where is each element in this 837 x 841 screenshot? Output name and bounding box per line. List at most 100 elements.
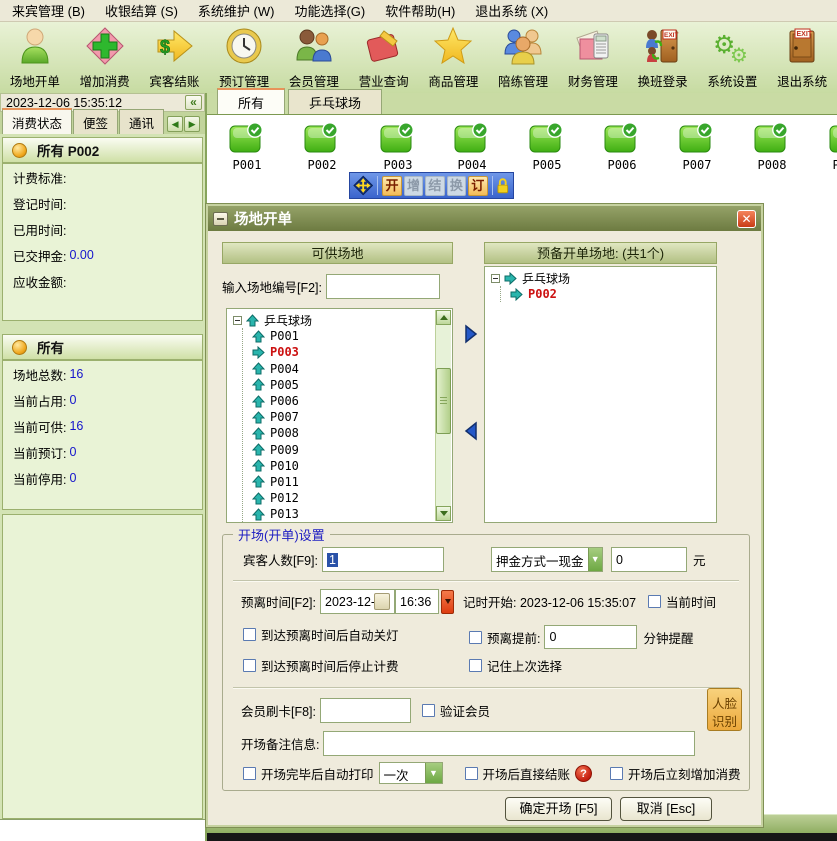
tab-scroll-left-icon[interactable]: ◀	[167, 116, 183, 132]
tab-consume-status[interactable]: 消费状态	[2, 108, 72, 134]
open-court-mini-button[interactable]: 开	[382, 176, 401, 196]
toolbar-exit[interactable]: EXIT 退出系统	[767, 22, 837, 93]
scrollbar-thumb[interactable]	[436, 368, 451, 434]
tree-expander-icon[interactable]	[491, 274, 500, 283]
move-left-icon[interactable]	[460, 421, 482, 441]
current-time-checkbox[interactable]	[648, 595, 661, 608]
deposit-method-select[interactable]: 押金方式一现金 ▼	[491, 547, 603, 572]
guest-count-value: 1	[327, 553, 338, 567]
move-handle-icon[interactable]	[353, 175, 373, 196]
remind-checkbox[interactable]	[469, 631, 482, 644]
cancel-button[interactable]: 取消 [Esc]	[620, 797, 712, 821]
toolbar-settings[interactable]: ⚙⚙ 系统设置	[698, 22, 768, 93]
venue-free-icon	[679, 122, 715, 154]
court-code-input[interactable]	[326, 274, 440, 299]
venue-label: P004	[450, 158, 494, 172]
tree-item[interactable]: P012	[252, 490, 450, 506]
tree-item[interactable]: P001	[252, 328, 450, 344]
tree-item[interactable]: P008	[252, 425, 450, 441]
auto-print-checkbox[interactable]	[243, 767, 256, 780]
direct-checkout-checkbox[interactable]	[465, 767, 478, 780]
leave-time-input[interactable]	[395, 589, 439, 614]
venue-P002[interactable]: P002	[300, 122, 344, 172]
close-icon[interactable]: ✕	[737, 210, 756, 228]
toolbar-add-consume[interactable]: 增加消费	[70, 22, 140, 93]
remark-input[interactable]	[323, 731, 695, 756]
chevron-down-icon[interactable]: ▼	[588, 548, 602, 571]
tree-expander-icon[interactable]	[233, 316, 242, 325]
venue-P003[interactable]: P003	[376, 122, 420, 172]
venue-P008[interactable]: P008	[750, 122, 794, 172]
tab-notes[interactable]: 便签	[73, 109, 118, 134]
toolbar-shift-login[interactable]: EXIT 换班登录	[628, 22, 698, 93]
tab-scroll-right-icon[interactable]: ▶	[184, 116, 200, 132]
venue-P001[interactable]: P001	[225, 122, 269, 172]
toolbar-finance[interactable]: 财务管理	[558, 22, 628, 93]
face-recognition-button[interactable]: 人脸 识别	[707, 688, 742, 731]
collapse-sidebar-button[interactable]: «	[185, 95, 202, 110]
tree-item[interactable]: P004	[252, 361, 450, 377]
chevron-down-icon[interactable]: ▼	[425, 763, 442, 783]
venue-P009[interactable]: P009	[825, 122, 837, 172]
tree-item[interactable]: P005	[252, 377, 450, 393]
print-count-select[interactable]: 一次 ▼	[379, 762, 443, 784]
toolbar-open-court[interactable]: 场地开单	[0, 22, 70, 93]
menu-maintenance[interactable]: 系统维护 (W)	[188, 0, 285, 22]
tab-comms[interactable]: 通讯	[119, 109, 164, 134]
tab-pingpong[interactable]: 乒乓球场	[288, 89, 382, 114]
tab-all-venues[interactable]: 所有	[217, 88, 285, 114]
remind-minutes-input[interactable]	[544, 625, 637, 649]
field-label: 当前占用:	[13, 391, 66, 410]
checkout-mini-button: 结	[425, 176, 444, 196]
stop-billing-checkbox[interactable]	[243, 659, 256, 672]
time-dropdown-icon[interactable]	[441, 590, 454, 614]
scroll-down-icon[interactable]	[436, 506, 451, 521]
scroll-up-icon[interactable]	[436, 310, 451, 325]
tree-item[interactable]: P006	[252, 393, 450, 409]
toolbar-reservation[interactable]: 预订管理	[209, 22, 279, 93]
tree-item[interactable]: P007	[252, 409, 450, 425]
tree-item[interactable]: P011	[252, 474, 450, 490]
tree-item-selected[interactable]: P003	[252, 344, 450, 360]
deposit-method-value: 押金方式一现金	[492, 548, 588, 571]
tree-root-row[interactable]: 乒乓球场	[233, 312, 450, 328]
reserve-mini-button[interactable]: 订	[468, 176, 487, 196]
tree-item[interactable]: P009	[252, 442, 450, 458]
menu-functions[interactable]: 功能选择(G)	[284, 0, 375, 22]
add-consume-label: 开场后立刻增加消费	[628, 764, 741, 783]
toolbar-guest-checkout[interactable]: $ 宾客结账	[140, 22, 210, 93]
toolbar-members[interactable]: 会员管理	[279, 22, 349, 93]
verify-member-checkbox[interactable]	[422, 704, 435, 717]
venue-P007[interactable]: P007	[675, 122, 719, 172]
toolbar-label: 宾客结账	[149, 71, 199, 90]
venue-P004[interactable]: P004	[450, 122, 494, 172]
menu-guest[interactable]: 来宾管理 (B)	[2, 0, 95, 22]
add-consume-checkbox[interactable]	[610, 767, 623, 780]
auto-light-checkbox[interactable]	[243, 628, 256, 641]
tree-item[interactable]: P013	[252, 506, 450, 522]
move-right-icon[interactable]	[460, 324, 482, 344]
venue-P005[interactable]: P005	[525, 122, 569, 172]
lock-icon[interactable]	[496, 177, 510, 195]
court-up-arrow-icon	[246, 314, 259, 327]
guest-count-input[interactable]: 1	[322, 547, 444, 572]
deposit-amount-input[interactable]	[611, 547, 687, 572]
dialog-titlebar[interactable]: 场地开单 ✕	[208, 206, 761, 231]
venue-P006[interactable]: P006	[600, 122, 644, 172]
tree-root-row[interactable]: 乒乓球场	[491, 270, 714, 286]
toolbar-trainers[interactable]: 陪练管理	[488, 22, 558, 93]
tree-scrollbar[interactable]	[435, 310, 451, 521]
help-icon[interactable]: ?	[575, 765, 592, 782]
menu-help[interactable]: 软件帮助(H)	[375, 0, 465, 22]
menu-cashier[interactable]: 收银结算 (S)	[95, 0, 188, 22]
menu-exit[interactable]: 退出系统 (X)	[465, 0, 558, 22]
member-card-input[interactable]	[320, 698, 411, 723]
toolbar-business-query[interactable]: 营业查询	[349, 22, 419, 93]
toolbar-goods[interactable]: 商品管理	[419, 22, 489, 93]
calendar-button[interactable]	[374, 593, 390, 610]
remember-checkbox[interactable]	[469, 659, 482, 672]
tree-item-selected[interactable]: P002	[510, 286, 714, 302]
field-value: 0	[69, 393, 76, 407]
confirm-open-button[interactable]: 确定开场 [F5]	[505, 797, 612, 821]
tree-item[interactable]: P010	[252, 458, 450, 474]
